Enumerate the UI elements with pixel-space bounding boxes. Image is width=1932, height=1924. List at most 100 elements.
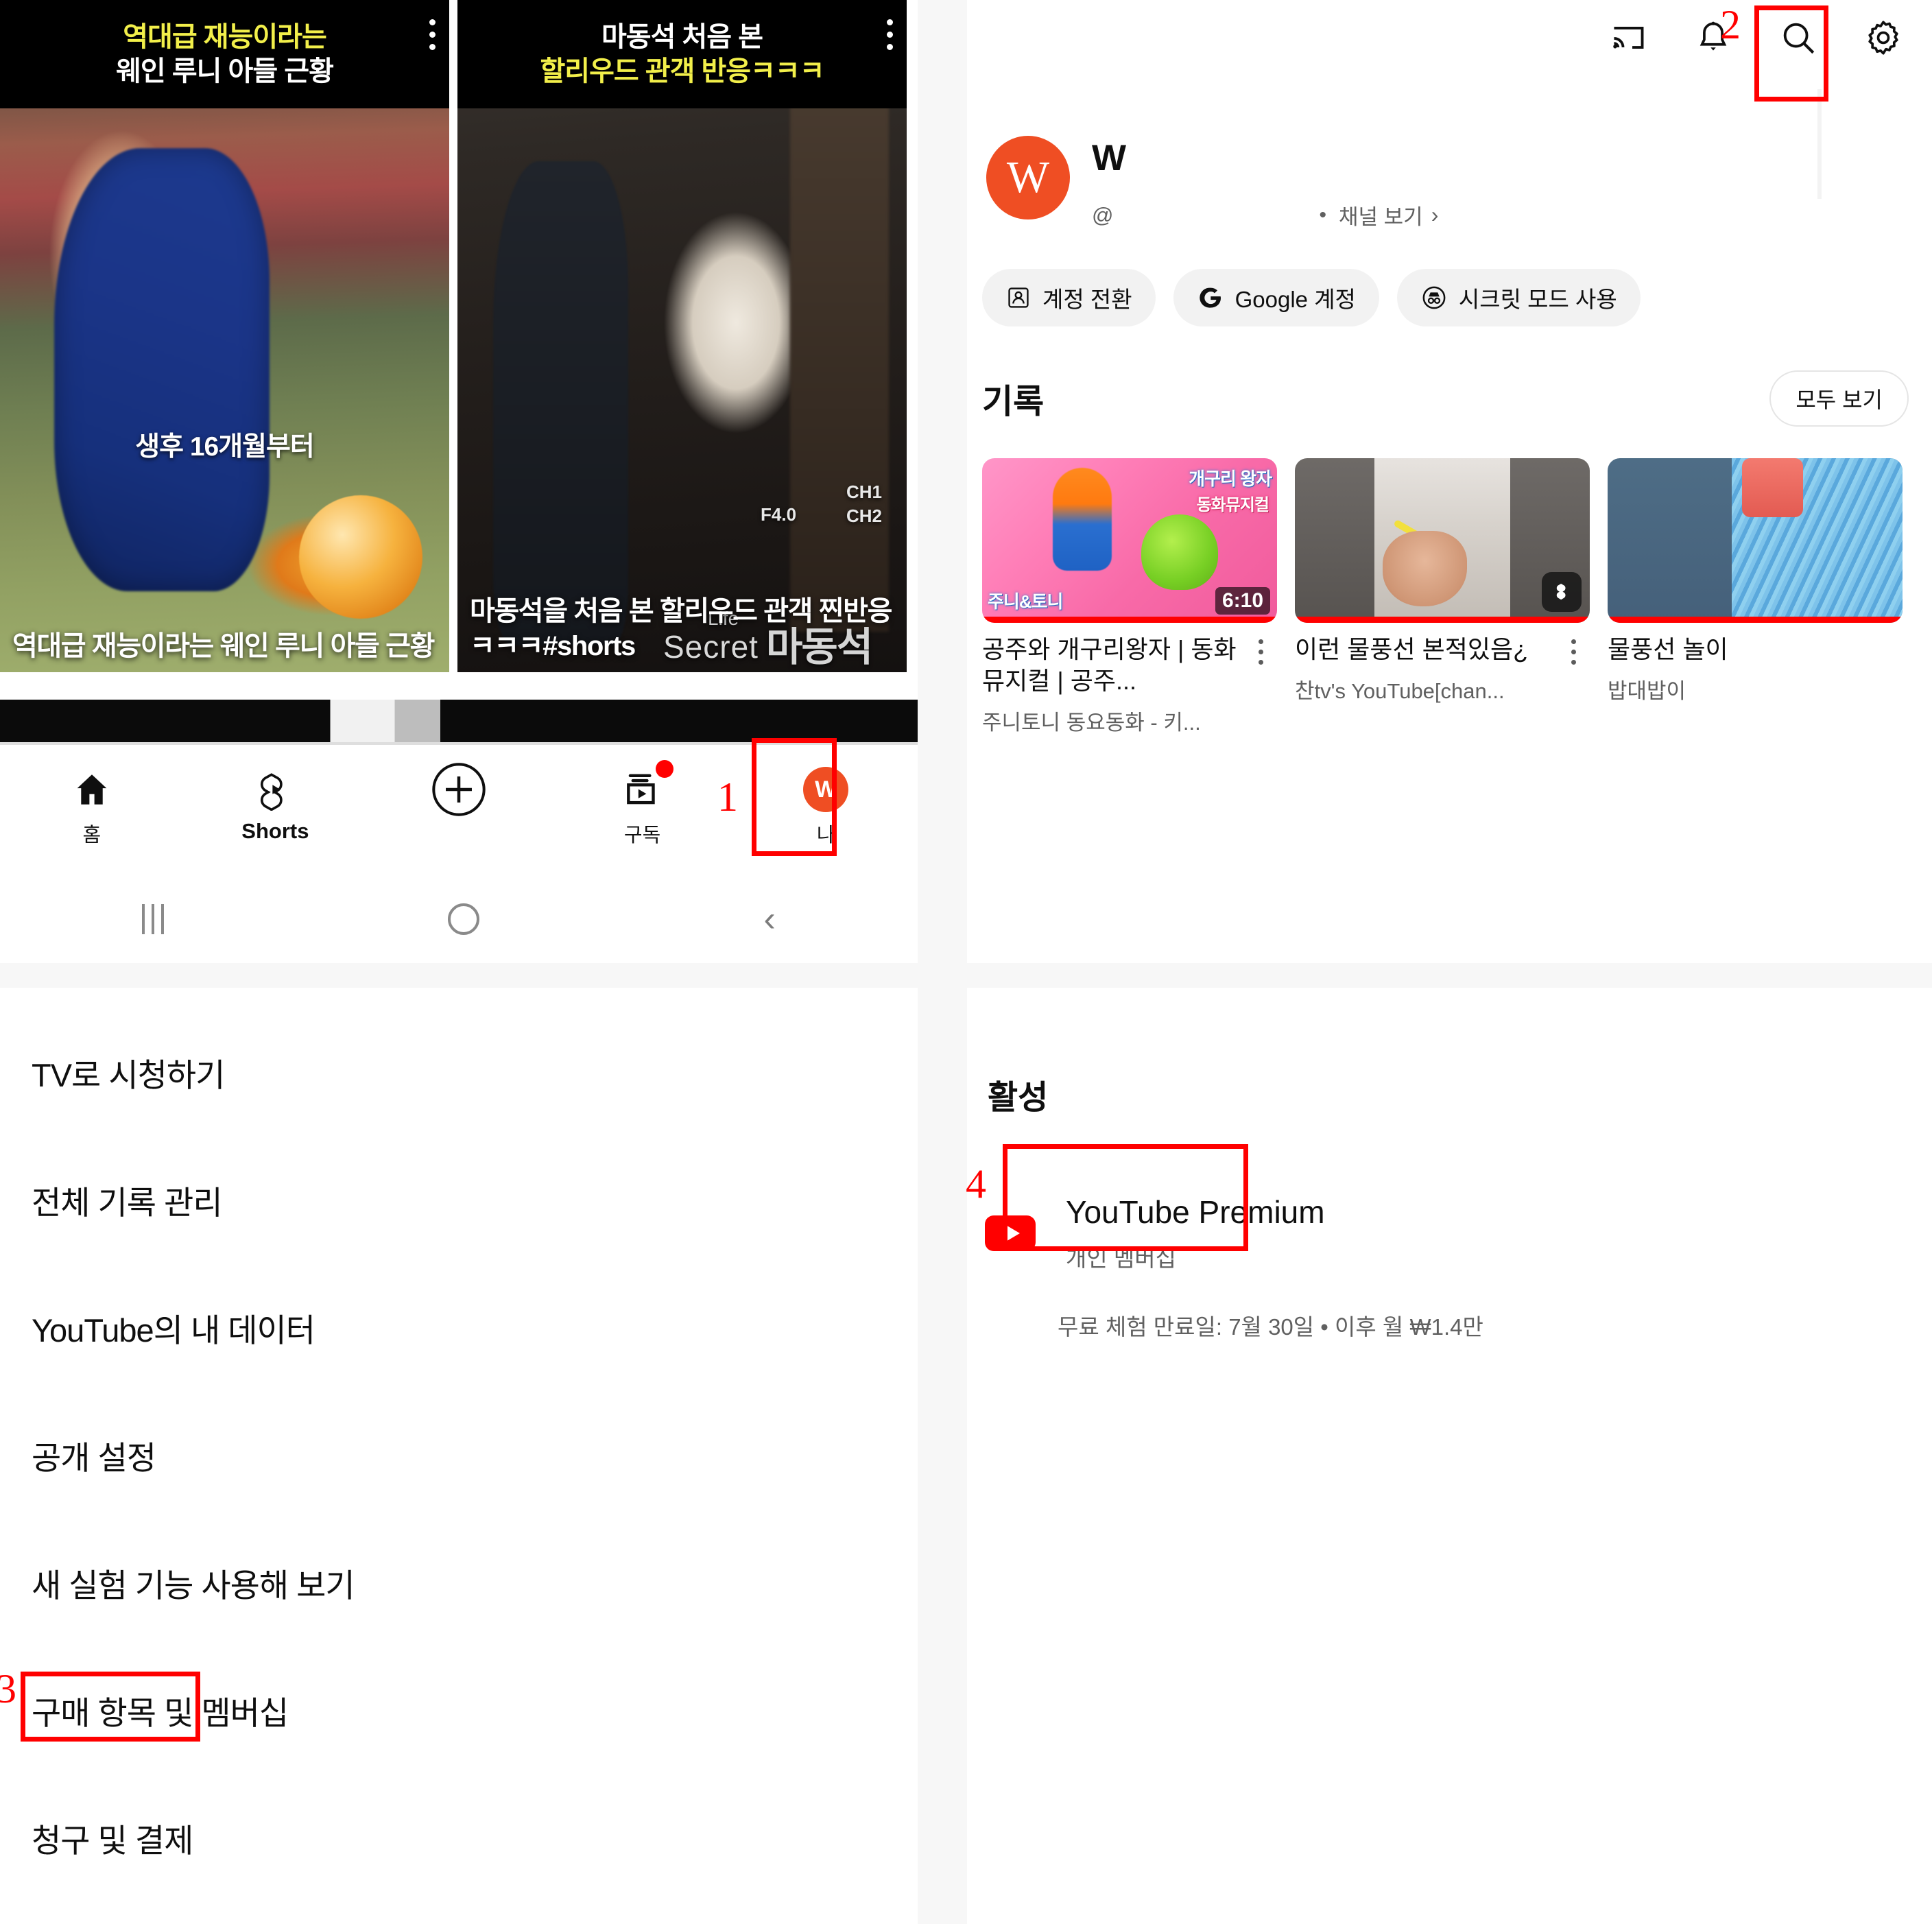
short-card[interactable]: 마동석 처음 본 할리우드 관객 반응ㅋㅋㅋ F4.0 CH1 CH2 Life…: [457, 0, 907, 672]
panel-account: W W @ • 채널 보기 › 계정 전환 Google 계정 시크릿 모드 사…: [967, 0, 1932, 963]
short-title: 역대급 재능이라는 웨인 루니 아들 근황: [12, 630, 435, 661]
video-texts: 공주와 개구리왕자 | 동화뮤지컬 | 공주... 주니토니 동요동화 - 키.…: [982, 634, 1244, 736]
short-banner: 마동석 처음 본 할리우드 관객 반응ㅋㅋㅋ: [457, 0, 907, 108]
more-vertical-icon[interactable]: [1244, 634, 1277, 736]
history-title: 기록: [982, 383, 1045, 420]
subscriptions-icon: [621, 760, 673, 816]
video-card[interactable]: 물풍선 놀이 밥대밥이: [1608, 458, 1903, 736]
premium-membership-row[interactable]: YouTube Premium 개인 멤버십: [985, 1193, 1325, 1273]
youtube-play-logo: [985, 1215, 1036, 1251]
premium-name: YouTube Premium: [1066, 1194, 1325, 1230]
video-strip: [0, 700, 918, 742]
account-display-name: W: [1092, 138, 1127, 178]
account-meta: W @ • 채널 보기 ›: [1092, 136, 1438, 230]
video-thumbnail[interactable]: [1608, 458, 1903, 623]
settings-menu: TV로 시청하기 전체 기록 관리 YouTube의 내 데이터 공개 설정 새…: [0, 1008, 918, 1901]
panel-memberships: 활성 YouTube Premium 개인 멤버십 무료 체험 만료일: 7월 …: [967, 988, 1932, 1924]
chevron-right-icon: ›: [1431, 202, 1439, 227]
tab-home[interactable]: 홈: [23, 763, 160, 848]
home-circle-icon[interactable]: [448, 903, 480, 935]
screenshot-root: 역대급 재능이라는 웨인 루니 아들 근황 생후 16개월부터 역대급 재능이라…: [0, 0, 1932, 1924]
account-subline: @ • 채널 보기 ›: [1092, 200, 1438, 230]
bottom-tabbar: 홈 Shorts 구독 W 나: [0, 745, 918, 875]
video-card[interactable]: 이런 물풍선 본적있음¿ 찬tv's YouTube[chan...: [1295, 458, 1590, 736]
chip-switch-account[interactable]: 계정 전환: [982, 269, 1156, 326]
short-title: 마동석을 처음 본 할리우드 관객 찐반응ㅋㅋㅋ#shorts: [470, 595, 892, 661]
short-card[interactable]: 역대급 재능이라는 웨인 루니 아들 근황 생후 16개월부터 역대급 재능이라…: [0, 0, 449, 672]
switch-account-icon: [1005, 285, 1031, 311]
more-vertical-icon[interactable]: [1557, 634, 1590, 704]
back-chevron-icon[interactable]: ‹: [764, 899, 776, 940]
short-banner-line2: 할리우드 관객 반응ㅋㅋㅋ: [540, 56, 824, 86]
more-vertical-icon[interactable]: [887, 19, 893, 56]
cast-icon[interactable]: [1606, 15, 1651, 60]
thumbnail-art: [1731, 458, 1903, 623]
video-channel: 주니토니 동요동화 - 키...: [982, 711, 1201, 735]
watch-progress-bar: [1295, 617, 1590, 623]
video-card[interactable]: 개구리 왕자 동화뮤지컬 주니&토니 6:10 공주와 개구리왕자 | 동화뮤지…: [982, 458, 1277, 736]
settings-item-watch-on-tv[interactable]: TV로 시청하기: [0, 1008, 918, 1136]
tab-home-label: 홈: [82, 824, 102, 846]
video-card-body: 공주와 개구리왕자 | 동화뮤지컬 | 공주... 주니토니 동요동화 - 키.…: [982, 634, 1277, 736]
google-g-icon: [1197, 284, 1224, 311]
recents-icon[interactable]: [142, 904, 165, 934]
video-title: 공주와 개구리왕자 | 동화뮤지컬 | 공주...: [982, 635, 1237, 696]
video-title: 이런 물풍선 본적있음¿: [1295, 635, 1529, 663]
settings-item-try-experimental[interactable]: 새 실험 기능 사용해 보기: [0, 1519, 918, 1646]
chip-incognito-label: 시크릿 모드 사용: [1458, 287, 1617, 312]
toothbrush: [1393, 519, 1448, 556]
history-header: 기록 모두 보기: [982, 370, 1917, 427]
premium-trial-note: 무료 체험 만료일: 7월 30일 • 이후 월 ₩1.4만: [1058, 1314, 1483, 1340]
video-card-body: 물풍선 놀이 밥대밥이: [1608, 634, 1903, 704]
active-section-title: 활성: [988, 1080, 1049, 1116]
tab-subscriptions[interactable]: 구독: [574, 760, 711, 848]
short-banner-line1: 역대급 재능이라는: [123, 22, 327, 52]
tab-you[interactable]: W 나: [757, 763, 894, 848]
video-duration: 6:10: [1215, 587, 1270, 615]
shorts-badge-icon: [1542, 572, 1582, 612]
account-handle: @: [1092, 202, 1114, 227]
thumb-text-1: 개구리 왕자: [1189, 468, 1272, 489]
settings-item-purchases-memberships[interactable]: 구매 항목 및 멤버십: [0, 1646, 918, 1774]
thumbnail-art: [1374, 458, 1510, 623]
settings-gear-icon[interactable]: [1861, 15, 1906, 60]
incognito-icon: [1420, 284, 1448, 311]
thumb-text-3: 주니&토니: [988, 591, 1063, 612]
tab-you-label: 나: [816, 824, 835, 846]
settings-item-manage-history[interactable]: 전체 기록 관리: [0, 1136, 918, 1263]
video-thumbnail[interactable]: 개구리 왕자 동화뮤지컬 주니&토니 6:10: [982, 458, 1277, 623]
panel-settings-list: TV로 시청하기 전체 기록 관리 YouTube의 내 데이터 공개 설정 새…: [0, 988, 918, 1924]
video-thumbnail[interactable]: [1295, 458, 1590, 623]
tab-shorts-label: Shorts: [241, 819, 309, 843]
home-icon: [72, 763, 112, 816]
see-all-button[interactable]: 모두 보기: [1769, 370, 1909, 427]
chip-google-account-label: Google 계정: [1235, 287, 1356, 312]
video-channel: 밥대밥이: [1608, 679, 1686, 704]
search-icon[interactable]: [1776, 15, 1821, 60]
tab-create[interactable]: [390, 763, 527, 819]
premium-kind: 개인 멤버십: [1066, 1246, 1176, 1271]
more-vertical-icon[interactable]: [429, 19, 436, 56]
settings-item-your-data[interactable]: YouTube의 내 데이터: [0, 1263, 918, 1391]
step-number-4: 4: [966, 1161, 986, 1207]
android-navigation-bar: ‹: [0, 875, 918, 963]
princess-figure: [1053, 468, 1112, 571]
avatar[interactable]: W: [986, 136, 1070, 219]
settings-item-billing-payments[interactable]: 청구 및 결제: [0, 1774, 918, 1901]
settings-item-privacy[interactable]: 공개 설정: [0, 1391, 918, 1519]
tab-shorts[interactable]: Shorts: [206, 763, 344, 844]
video-title: 물풍선 놀이: [1608, 635, 1728, 663]
chip-google-account[interactable]: Google 계정: [1173, 269, 1379, 326]
watch-progress-bar: [982, 617, 1277, 623]
view-channel-link[interactable]: 채널 보기: [1339, 200, 1423, 230]
chip-incognito[interactable]: 시크릿 모드 사용: [1396, 269, 1641, 326]
history-video-row: 개구리 왕자 동화뮤지컬 주니&토니 6:10 공주와 개구리왕자 | 동화뮤지…: [982, 458, 1903, 736]
overlay-ch2: CH2: [846, 506, 882, 527]
panel-shorts-feed: 역대급 재능이라는 웨인 루니 아들 근황 생후 16개월부터 역대급 재능이라…: [0, 0, 918, 963]
thumb-text-2: 동화뮤지컬: [1196, 496, 1269, 514]
short-overlay-channels: CH1 CH2: [846, 480, 882, 528]
watch-progress-bar: [1608, 617, 1903, 623]
account-chips: 계정 전환 Google 계정 시크릿 모드 사용: [982, 269, 1641, 326]
step-number-1: 1: [717, 774, 738, 820]
video-texts: 물풍선 놀이 밥대밥이: [1608, 634, 1903, 704]
